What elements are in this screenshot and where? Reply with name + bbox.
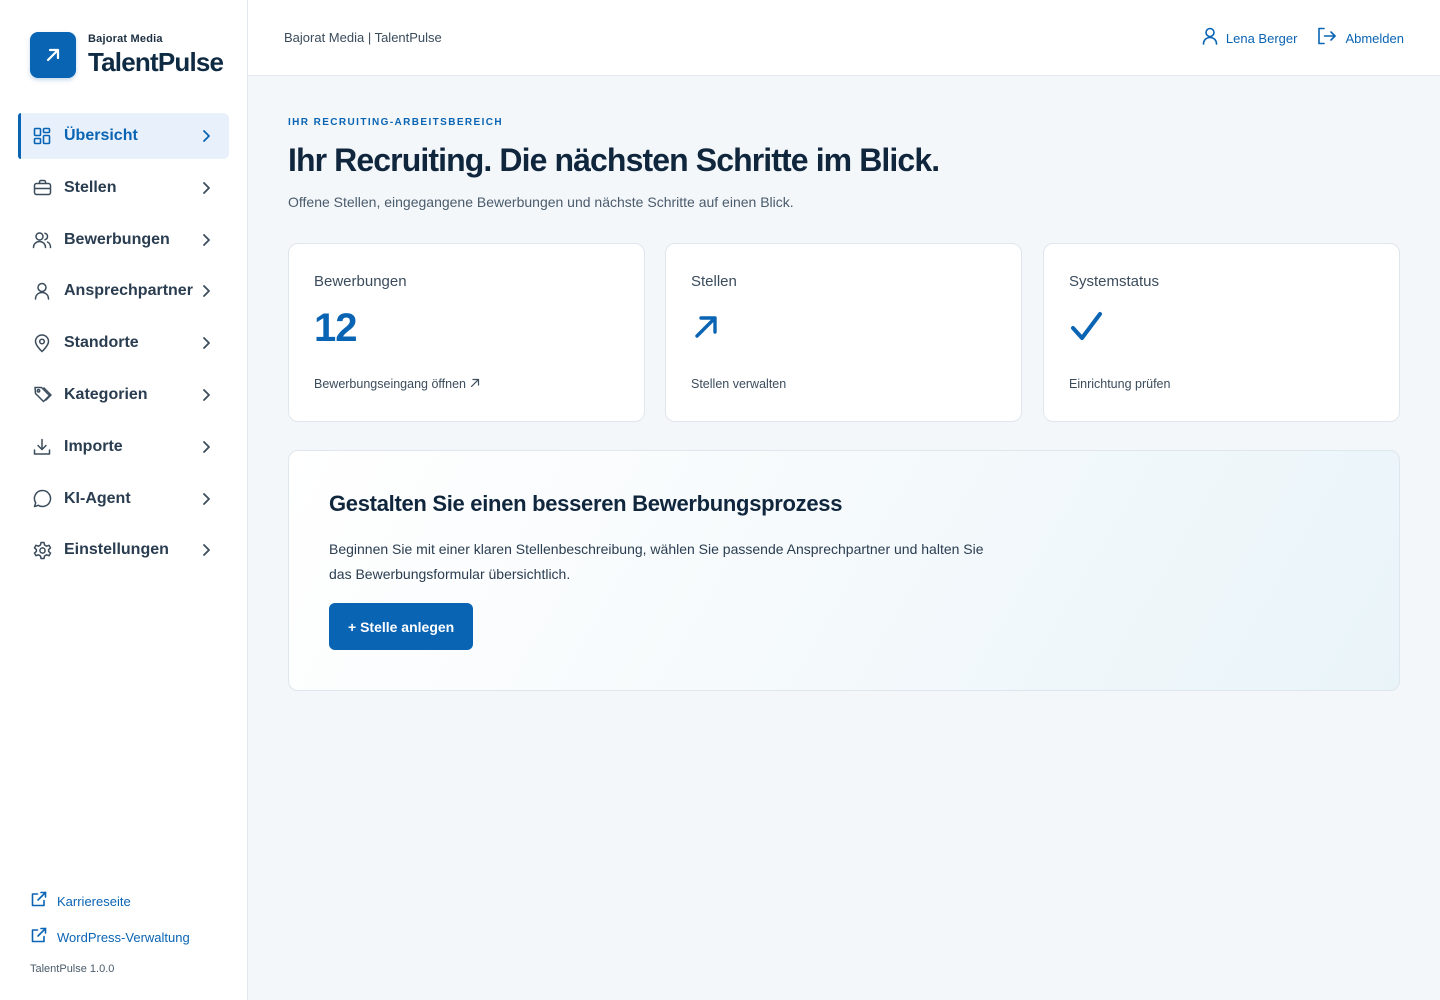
card-link-label: Stellen verwalten (691, 377, 787, 391)
side-link-label: WordPress-Verwaltung (57, 929, 190, 945)
sidebar-item-label: Einstellungen (64, 541, 169, 559)
summary-cards: Bewerbungen 12 Bewerbungseingang öffnen … (288, 243, 1400, 422)
card-label: Stellen (691, 273, 737, 290)
sidebar: Bajorat Media TalentPulse Übersicht Stel… (0, 0, 248, 1000)
chevron-right-icon (199, 129, 213, 143)
page-title: Ihr Recruiting. Die nächsten Schritte im… (288, 142, 940, 178)
card-value: 12 (314, 306, 357, 350)
card-bewerbungen: Bewerbungen 12 Bewerbungseingang öffnen (288, 243, 645, 422)
download-icon (32, 437, 52, 457)
sidebar-item-ki-agent[interactable]: KI-Agent (18, 476, 229, 522)
card-label: Bewerbungen (314, 273, 407, 290)
dashboard-grid-icon (32, 126, 52, 146)
card-systemstatus: Systemstatus Einrichtung prüfen (1043, 243, 1400, 422)
chevron-right-icon (199, 233, 213, 247)
breadcrumb: Bajorat Media | TalentPulse (284, 30, 442, 45)
chevron-right-icon (199, 543, 213, 557)
sidebar-item-label: KI-Agent (64, 489, 131, 507)
sidebar-item-importe[interactable]: Importe (18, 424, 229, 470)
sidebar-item-label: Ansprechpartner (64, 282, 193, 300)
sidebar-item-ansprechpartner[interactable]: Ansprechpartner (18, 268, 229, 314)
logout-label: Abmelden (1345, 31, 1404, 46)
external-link-icon (30, 926, 48, 949)
logout-link[interactable]: Abmelden (1317, 27, 1404, 50)
external-link-icon (30, 890, 48, 913)
sidebar-item-bewerbungen[interactable]: Bewerbungen (18, 217, 229, 263)
sidebar-item-label: Kategorien (64, 385, 148, 403)
sidebar-footer-links: Karriereseite WordPress-Verwaltung (30, 890, 190, 962)
sidebar-item-kategorien[interactable]: Kategorien (18, 372, 229, 418)
gear-icon (32, 540, 52, 560)
map-pin-icon (32, 333, 52, 353)
sidebar-item-label: Standorte (64, 334, 139, 352)
sidebar-item-stellen[interactable]: Stellen (18, 165, 229, 211)
logout-icon (1317, 27, 1337, 50)
chevron-right-icon (199, 336, 213, 350)
card-stellen: Stellen Stellen verwalten (665, 243, 1022, 422)
briefcase-icon (32, 178, 52, 198)
chevron-right-icon (199, 284, 213, 298)
user-profile-link[interactable]: Lena Berger (1202, 27, 1298, 50)
promo-text: Beginnen Sie mit einer klaren Stellenbes… (329, 541, 984, 582)
sidebar-item-label: Stellen (64, 178, 117, 196)
version-label: TalentPulse 1.0.0 (30, 963, 115, 975)
arrow-up-right-icon (30, 32, 76, 78)
brand[interactable]: Bajorat Media TalentPulse (30, 32, 224, 78)
user-icon (1202, 27, 1218, 50)
side-link-label: Karriereseite (57, 893, 131, 909)
promo-title: Gestalten Sie einen besseren Bewerbungsp… (329, 491, 843, 516)
section-eyebrow: IHR RECRUITING-ARBEITSBEREICH (288, 117, 504, 128)
promo-panel: Gestalten Sie einen besseren Bewerbungsp… (288, 450, 1400, 691)
open-applications-link[interactable]: Bewerbungseingang öffnen (314, 377, 480, 391)
manage-jobs-link[interactable]: Stellen verwalten (691, 377, 786, 391)
create-job-button[interactable]: + Stelle anlegen (329, 603, 474, 650)
sidebar-nav: Übersicht Stellen Bewerbungen Ansprechpa… (18, 113, 229, 579)
topbar: Bajorat Media | TalentPulse Lena Berger … (248, 0, 1440, 76)
card-link-label: Bewerbungseingang öffnen (314, 377, 466, 391)
sidebar-item-uebersicht[interactable]: Übersicht (18, 113, 229, 159)
chevron-right-icon (199, 492, 213, 506)
brand-company: Bajorat Media (88, 33, 163, 45)
check-setup-link[interactable]: Einrichtung prüfen (1069, 377, 1170, 391)
sidebar-item-label: Importe (64, 437, 123, 455)
page-subtitle: Offene Stellen, eingegangene Bewerbungen… (288, 194, 794, 210)
karriereseite-link[interactable]: Karriereseite (30, 890, 190, 912)
sidebar-item-label: Übersicht (64, 127, 138, 144)
arrow-up-right-icon (470, 377, 480, 391)
wordpress-admin-link[interactable]: WordPress-Verwaltung (30, 926, 190, 948)
brand-product: TalentPulse (88, 47, 224, 77)
card-label: Systemstatus (1069, 273, 1160, 290)
chevron-right-icon (199, 181, 213, 195)
tags-icon (32, 385, 52, 405)
chat-bubble-icon (32, 489, 52, 509)
sidebar-item-standorte[interactable]: Standorte (18, 320, 229, 366)
user-name: Lena Berger (1225, 31, 1298, 46)
sidebar-item-einstellungen[interactable]: Einstellungen (18, 527, 229, 573)
users-icon (32, 230, 52, 250)
arrow-up-right-icon (691, 312, 721, 347)
chevron-right-icon (199, 388, 213, 402)
user-icon (32, 281, 52, 301)
checkmark-icon (1069, 310, 1103, 349)
card-link-label: Einrichtung prüfen (1069, 377, 1171, 391)
sidebar-item-label: Bewerbungen (64, 230, 170, 248)
chevron-right-icon (199, 440, 213, 454)
